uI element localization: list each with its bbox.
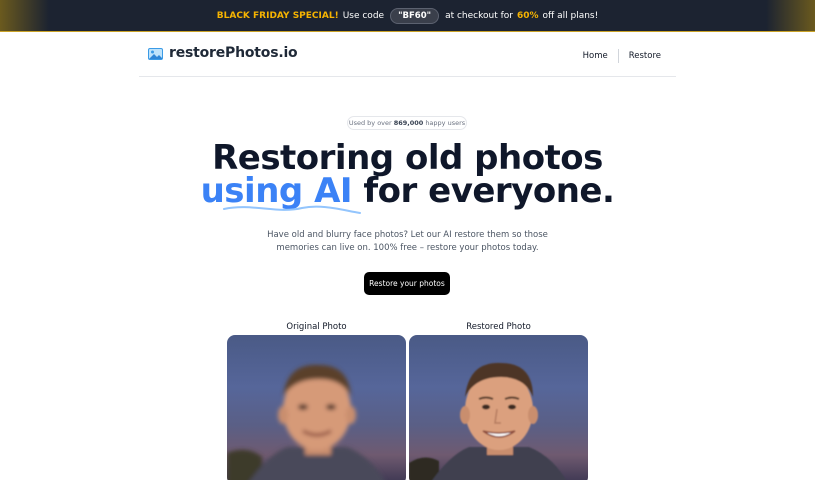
nav-divider [617, 49, 619, 63]
original-face-image [227, 364, 385, 480]
promo-banner: BLACK FRIDAY SPECIAL! Use code "BF60" at… [0, 0, 815, 32]
photo-logo-icon[interactable] [148, 48, 163, 60]
promo-percent: 60% [516, 10, 539, 21]
promo-text-before-code: Use code [342, 10, 385, 21]
hero-title-rest: for everyone. [363, 171, 615, 211]
hero-description-line1: Have old and blurry face photos? Let our… [267, 230, 548, 240]
logo-text[interactable]: restorePhotos.io [169, 45, 298, 61]
promo-text-end: off all plans! [542, 10, 599, 21]
restore-photos-button[interactable]: Restore your photos [364, 272, 450, 295]
nav-restore-link[interactable]: Restore [629, 51, 661, 61]
nav-home-link[interactable]: Home [583, 51, 608, 61]
highlight-underline-swoosh [223, 205, 361, 214]
promo-headline: BLACK FRIDAY SPECIAL! [216, 10, 339, 21]
pill-suffix: happy users [425, 119, 466, 127]
original-photo-label: Original Photo [286, 322, 347, 332]
hero-description-line2: memories can live on. 100% free – restor… [276, 243, 539, 253]
user-count-badge: Used by over 869,000 happy users [347, 116, 467, 130]
original-photo [227, 335, 406, 480]
pill-prefix: Used by over [348, 119, 392, 127]
restored-photo [409, 335, 588, 480]
promo-code-badge: "BF60" [390, 7, 440, 24]
restored-face-image [409, 362, 567, 480]
site-header: restorePhotos.io Home Restore [139, 33, 676, 77]
hero-title-line2: using AI for everyone. [0, 171, 815, 211]
main-nav: Home Restore [583, 49, 661, 63]
promo-text-after-code: at checkout for [445, 10, 513, 21]
restored-photo-label: Restored Photo [466, 322, 531, 332]
pill-count: 869,000 [393, 119, 424, 127]
